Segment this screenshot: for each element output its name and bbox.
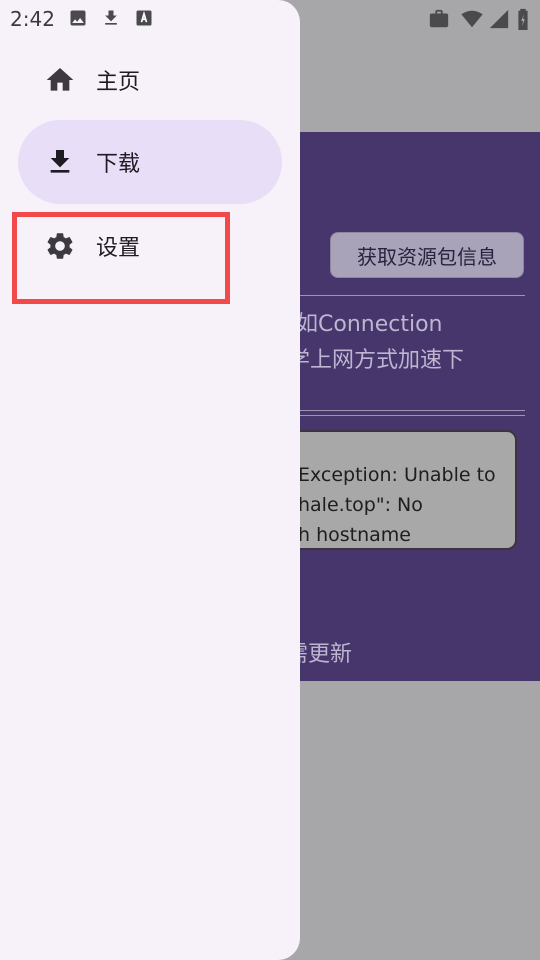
home-icon — [46, 68, 74, 91]
nav-item-download[interactable]: 下载 — [18, 120, 282, 204]
nav-item-label: 主页 — [96, 70, 141, 95]
battery-icon — [518, 8, 528, 30]
signal-icon — [489, 9, 509, 29]
clock: 2:42 — [10, 7, 55, 31]
error-text-line: hale.top": No — [298, 494, 423, 516]
highlight-box — [12, 212, 230, 304]
divider — [280, 295, 525, 296]
font-icon — [136, 10, 152, 26]
navigation-drawer: 主页 下载 设置 — [0, 0, 300, 960]
info-text-line-2: 学上网方式加速下 — [288, 348, 465, 373]
download-icon — [105, 10, 117, 25]
divider — [280, 410, 525, 411]
nav-item-home[interactable]: 主页 — [18, 38, 282, 122]
divider — [280, 415, 525, 416]
status-bar: 2:42 — [0, 0, 540, 38]
download-icon — [50, 150, 70, 173]
wifi-icon — [461, 10, 483, 28]
work-icon — [429, 9, 449, 28]
error-text-line: h hostname — [298, 524, 411, 546]
error-text-line: Exception: Unable to — [298, 464, 496, 486]
fetch-resource-info-button[interactable]: 获取资源包信息 — [330, 232, 524, 278]
info-text-line-1: 如Connection — [296, 312, 443, 337]
image-icon — [70, 10, 86, 26]
nav-item-label: 下载 — [96, 152, 141, 177]
